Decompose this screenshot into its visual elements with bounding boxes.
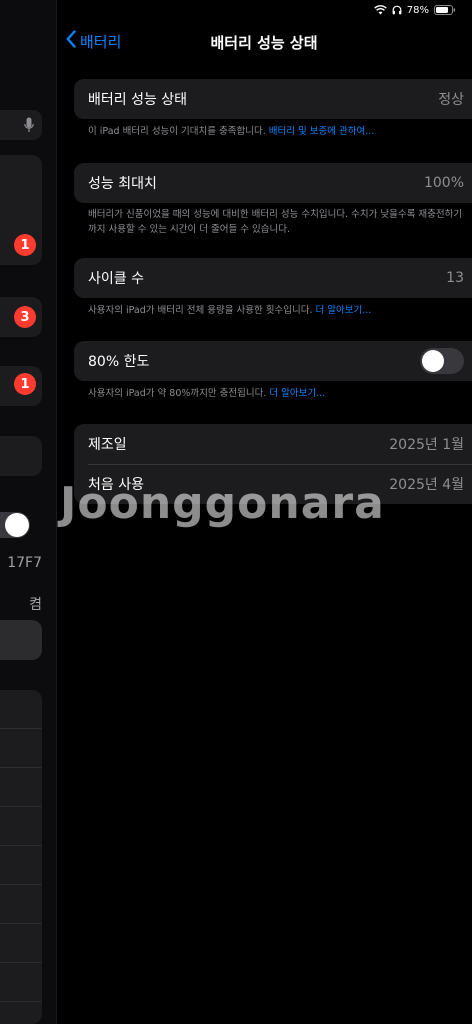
maximum-capacity-row: 성능 최대치 100% <box>74 163 472 203</box>
screen: 78% 1 3 1 17F7 켬 배터리 배터리 성능 상태 배터리 성능 상태… <box>0 0 472 1024</box>
charge-limit-row: 80% 한도 <box>74 341 472 381</box>
row-value: 13 <box>446 270 464 286</box>
learn-more-link[interactable]: 더 알아보기... <box>316 305 372 316</box>
learn-more-link[interactable]: 더 알아보기... <box>269 388 325 399</box>
sidebar-card[interactable] <box>0 436 42 476</box>
toggle-knob <box>5 513 29 537</box>
sidebar-card-updates[interactable]: 3 <box>0 297 42 337</box>
battery-percent: 78% <box>406 4 429 16</box>
row-label: 80% 한도 <box>88 354 150 370</box>
sidebar-toggle[interactable] <box>0 512 30 538</box>
sidebar-search-field[interactable] <box>0 110 42 140</box>
notification-badge: 1 <box>14 234 36 256</box>
charge-limit-footer: 사용자의 iPad가 약 80%까지만 충전됩니다. 더 알아보기... <box>88 388 326 399</box>
notification-badge: 1 <box>14 373 36 395</box>
row-label: 제조일 <box>88 437 127 453</box>
manufacture-date-row: 제조일 2025년 1월 <box>74 424 472 464</box>
sidebar-card-alerts[interactable]: 1 <box>0 366 42 406</box>
cycle-count-footer: 사용자의 iPad가 배터리 전체 용량을 사용한 횟수입니다. 더 알아보기.… <box>88 305 372 316</box>
sidebar-card-account[interactable]: 1 <box>0 155 42 265</box>
sidebar-item-selected[interactable] <box>0 620 42 660</box>
row-value: 2025년 4월 <box>389 477 464 493</box>
sidebar-value-text: 17F7 <box>7 555 42 571</box>
status-bar: 78% <box>373 2 456 18</box>
headphones-icon <box>392 5 402 15</box>
row-label: 성능 최대치 <box>88 176 157 192</box>
row-value: 100% <box>423 175 464 191</box>
cycle-count-group: 사이클 수 13 <box>74 258 472 298</box>
maximum-capacity-group: 성능 최대치 100% <box>74 163 472 203</box>
battery-health-group: 배터리 성능 상태 정상 <box>74 79 472 119</box>
charge-limit-group: 80% 한도 <box>74 341 472 381</box>
cycle-count-row: 사이클 수 13 <box>74 258 472 298</box>
toggle-knob <box>422 350 444 372</box>
wifi-icon <box>373 5 387 15</box>
sidebar-list <box>0 690 42 1024</box>
battery-health-row: 배터리 성능 상태 정상 <box>74 79 472 119</box>
row-label: 사이클 수 <box>88 271 144 287</box>
watermark-text: Joonggonara <box>60 478 385 529</box>
battery-icon <box>434 5 456 15</box>
charge-limit-toggle[interactable] <box>420 348 464 374</box>
row-value: 2025년 1월 <box>389 437 464 453</box>
battery-health-footer: 이 iPad 배터리 성능이 기대치를 충족합니다. 배터리 및 보증에 관하여… <box>88 126 375 137</box>
warranty-link[interactable]: 배터리 및 보증에 관하여... <box>269 126 375 137</box>
sidebar-value-text: 켬 <box>29 597 42 613</box>
microphone-icon[interactable] <box>24 117 34 137</box>
maximum-capacity-footer: 배터리가 신품이었을 때의 성능에 대비한 배터리 성능 수치입니다. 수치가 … <box>88 209 463 235</box>
row-value: 정상 <box>438 92 464 108</box>
row-label: 배터리 성능 상태 <box>88 92 188 108</box>
sidebar: 1 3 1 17F7 켬 <box>0 0 57 1024</box>
page-title: 배터리 성능 상태 <box>210 34 318 52</box>
notification-badge: 3 <box>14 306 36 328</box>
